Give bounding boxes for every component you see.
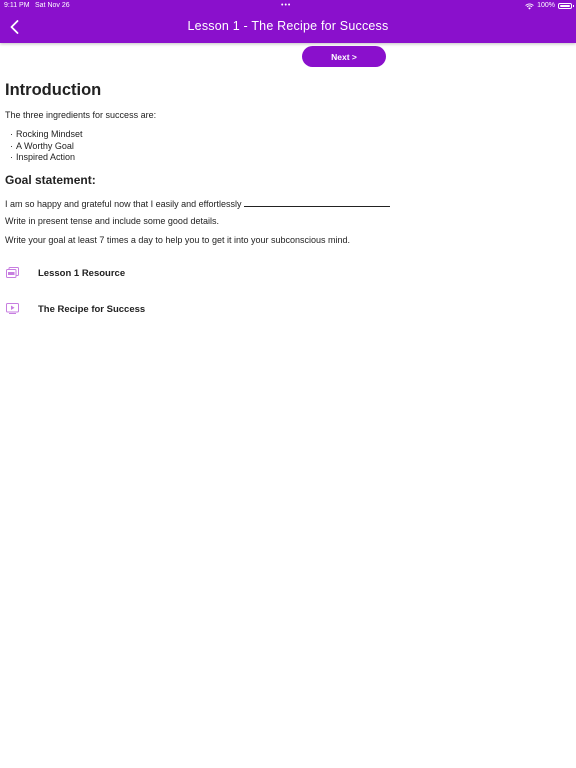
resource-item-lesson-1[interactable]: Lesson 1 Resource [0, 264, 560, 286]
multitasking-dots[interactable]: ••• [281, 0, 291, 12]
intro-text: The three ingredients for success are: [5, 110, 157, 120]
goal-blank-line [244, 197, 391, 207]
battery-percent: 100% [537, 2, 555, 9]
wifi-icon [525, 3, 534, 9]
page-title: Lesson 1 - The Recipe for Success [187, 19, 389, 33]
list-item: · A Worthy Goal [10, 140, 74, 151]
goal-instruction-2: Write your goal at least 7 times a day t… [5, 235, 351, 245]
chevron-left-icon [10, 20, 18, 34]
goal-instruction-1: Write in present tense and include some … [5, 216, 219, 226]
ingredients-list: · Rocking Mindset · A Worthy Goal · Inspire… [10, 129, 83, 164]
intro-heading: Introduction [5, 81, 102, 99]
status-bar: 9:11 PM Sat Nov 26 ••• 100% [0, 0, 576, 12]
pdf-icon [6, 267, 19, 278]
status-date: Sat Nov 26 [35, 2, 70, 9]
back-button[interactable] [6, 17, 22, 37]
resource-item-video[interactable]: The Recipe for Success [0, 300, 560, 322]
goal-heading: Goal statement: [5, 173, 96, 187]
battery-icon [558, 3, 574, 9]
status-time: 9:11 PM [4, 2, 30, 9]
resource-label: The Recipe for Success [38, 304, 146, 315]
header-bar: 9:11 PM Sat Nov 26 ••• 100% Lesson 1 - T… [0, 0, 576, 43]
status-indicators: 100% [525, 0, 574, 12]
video-icon [6, 303, 19, 314]
resource-label: Lesson 1 Resource [38, 268, 126, 279]
next-button[interactable]: Next > [302, 46, 386, 67]
lesson-content: Introduction The three ingredients for s… [5, 80, 565, 245]
goal-statement: I am so happy and grateful now that I ea… [5, 197, 391, 210]
list-item: · Inspired Action [10, 152, 76, 162]
list-item: · Rocking Mindset [10, 129, 83, 139]
